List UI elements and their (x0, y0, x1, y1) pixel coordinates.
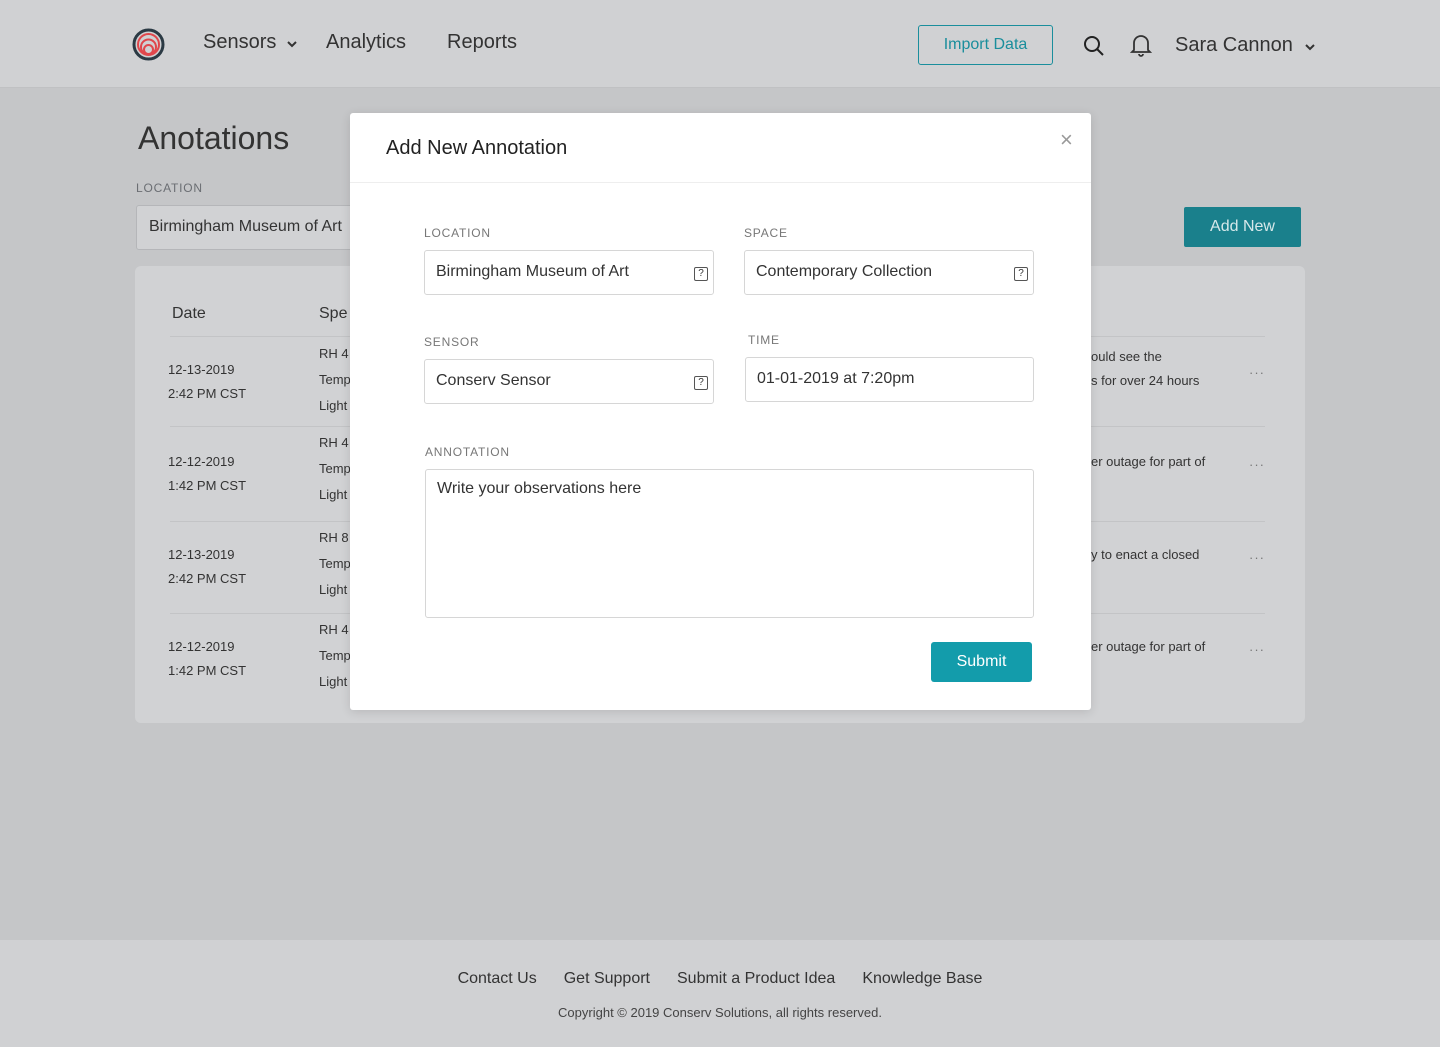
row-annotation: er outage for part of (1091, 639, 1206, 654)
row-spec: RH 4 (319, 622, 349, 637)
help-icon[interactable]: ? (694, 267, 708, 281)
row-date: 12-12-2019 (168, 453, 235, 469)
row-spec: Light (319, 487, 348, 502)
row-spec: Temp (319, 461, 351, 476)
add-new-button[interactable]: Add New (1184, 207, 1301, 247)
row-spec: Temp (319, 372, 351, 387)
annotation-label: ANNOTATION (425, 445, 510, 459)
column-header-date: Date (172, 305, 206, 322)
row-spec: Temp (319, 556, 351, 571)
footer-link-knowledge-base[interactable]: Knowledge Base (862, 970, 982, 988)
nav-sensors[interactable]: Sensors (203, 31, 298, 54)
sensor-label: SENSOR (424, 335, 480, 349)
annotation-textarea[interactable]: Write your observations here (425, 469, 1034, 618)
row-time: 1:42 PM CST (168, 663, 247, 678)
bell-icon[interactable] (1130, 33, 1152, 57)
nav-analytics[interactable]: Analytics (326, 31, 406, 54)
submit-button[interactable]: Submit (931, 642, 1032, 682)
footer-link-get-support[interactable]: Get Support (564, 970, 650, 988)
row-spec: Light (319, 582, 348, 597)
location-label: LOCATION (136, 181, 203, 195)
user-menu[interactable]: Sara Cannon (1175, 34, 1316, 57)
row-spec: RH 8 (319, 530, 349, 545)
footer-link-submit-a-product-idea[interactable]: Submit a Product Idea (677, 970, 835, 988)
top-nav: Sensors Analytics Reports Import Data Sa… (0, 0, 1440, 88)
chevron-down-icon (287, 41, 297, 48)
add-annotation-modal: Add New Annotation × LOCATION Birmingham… (350, 113, 1091, 710)
sensor-field[interactable]: Conserv Sensor ? (424, 359, 714, 404)
row-annotation: y to enact a closed (1091, 547, 1200, 562)
page-title: Anotations (138, 120, 290, 156)
space-label: SPACE (744, 226, 788, 240)
time-field[interactable]: 01-01-2019 at 7:20pm (745, 357, 1034, 402)
row-spec: Light (319, 398, 348, 413)
row-time: 1:42 PM CST (168, 477, 247, 493)
copyright: Copyright © 2019 Conserv Solutions, all … (558, 1005, 882, 1020)
modal-title: Add New Annotation (386, 137, 568, 159)
more-options-button[interactable]: ··· (1249, 365, 1265, 380)
conserv-logo[interactable] (132, 28, 165, 61)
more-options-button[interactable]: ··· (1249, 550, 1265, 565)
row-spec: Temp (319, 648, 351, 663)
footer: Contact Us Get Support Submit a Product Id… (0, 940, 1440, 1047)
location-field[interactable]: Birmingham Museum of Art ? (424, 250, 714, 295)
row-annotation: s for over 24 hours (1091, 373, 1200, 388)
row-spec: RH 4 (319, 435, 349, 450)
space-field[interactable]: Contemporary Collection ? (744, 250, 1034, 295)
row-time: 2:42 PM CST (168, 571, 247, 586)
location-label: LOCATION (424, 226, 491, 240)
row-spec: Light (319, 674, 348, 689)
row-date: 12-13-2019 (168, 361, 235, 377)
row-time: 2:42 PM CST (168, 385, 247, 401)
column-header-specs: Spe (319, 305, 348, 322)
row-date: 12-13-2019 (168, 547, 235, 562)
search-icon[interactable] (1083, 35, 1105, 57)
import-data-button[interactable]: Import Data (918, 25, 1053, 65)
row-annotation: er outage for part of (1091, 453, 1206, 469)
time-label: TIME (748, 333, 780, 347)
help-icon[interactable]: ? (694, 376, 708, 390)
row-spec: RH 4 (319, 346, 349, 361)
chevron-down-icon (1305, 44, 1316, 51)
close-icon[interactable]: × (1060, 127, 1073, 153)
row-annotation: ould see the (1091, 349, 1162, 364)
row-date: 12-12-2019 (168, 639, 235, 654)
help-icon[interactable]: ? (1014, 267, 1028, 281)
nav-reports[interactable]: Reports (447, 31, 517, 54)
more-options-button[interactable]: ··· (1249, 457, 1265, 472)
more-options-button[interactable]: ··· (1249, 642, 1265, 657)
footer-link-contact-us[interactable]: Contact Us (458, 970, 537, 988)
